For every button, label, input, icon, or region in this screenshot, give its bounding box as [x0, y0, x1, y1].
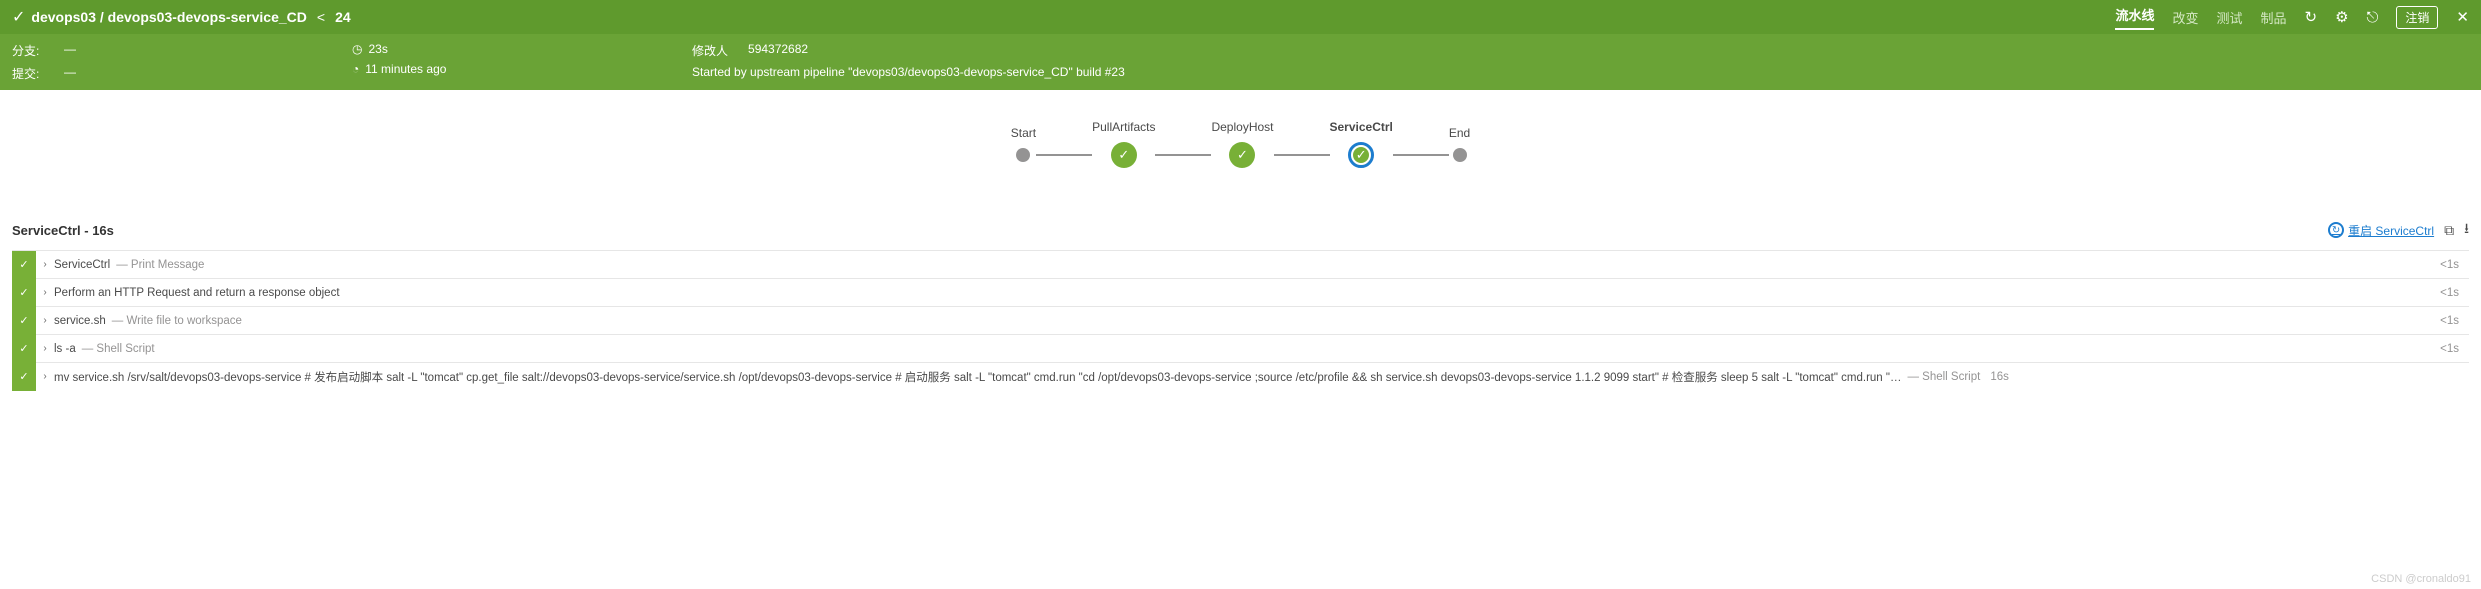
check-icon: ✓: [12, 335, 36, 363]
check-icon: ✓: [1229, 142, 1255, 168]
logout-icon[interactable]: ⎋: [2367, 9, 2379, 26]
breadcrumb[interactable]: devops03 / devops03-devops-service_CD: [31, 9, 306, 25]
check-icon: ✓: [1111, 142, 1137, 168]
stage-service-ctrl[interactable]: ServiceCtrl ✓: [1330, 120, 1393, 168]
tab-pipeline[interactable]: 流水线: [2115, 5, 2154, 30]
watermark: CSDN @cronaldo91: [2371, 573, 2471, 585]
chevron-right-icon[interactable]: ›: [36, 315, 54, 326]
connector: [1155, 154, 1211, 156]
steps-title: ServiceCtrl - 16s: [12, 223, 114, 238]
rerun-icon[interactable]: ↻: [2305, 8, 2318, 26]
prev-run-arrow[interactable]: <: [317, 9, 325, 25]
step-row[interactable]: ✓ › Perform an HTTP Request and return a…: [12, 278, 2469, 306]
stage-pull-artifacts[interactable]: PullArtifacts ✓: [1092, 120, 1155, 168]
status-check-icon: ✓: [12, 7, 25, 27]
check-icon: ✓: [12, 279, 36, 307]
pipeline-timeline: Start PullArtifacts ✓ DeployHost ✓ Servi…: [0, 90, 2481, 218]
open-external-icon[interactable]: ⧉: [2444, 222, 2454, 239]
duration-value: 23s: [368, 42, 387, 56]
run-number: 24: [335, 9, 351, 25]
chevron-right-icon[interactable]: ›: [36, 287, 54, 298]
stage-dot-icon: [1453, 148, 1467, 162]
connector: [1393, 154, 1449, 156]
stage-start[interactable]: Start: [1011, 126, 1036, 162]
time-icon: ◔: [352, 62, 359, 76]
tab-changes[interactable]: 改变: [2172, 8, 2198, 27]
check-icon: ✓: [12, 363, 36, 391]
tab-tests[interactable]: 测试: [2216, 8, 2242, 27]
commit-value: —: [64, 65, 76, 82]
step-row[interactable]: ✓ › ls -a — Shell Script <1s: [12, 334, 2469, 362]
step-row[interactable]: ✓ › service.sh — Write file to workspace…: [12, 306, 2469, 334]
age-value: 11 minutes ago: [365, 62, 446, 76]
close-icon[interactable]: ✕: [2456, 8, 2469, 26]
connector: [1274, 154, 1330, 156]
stage-end[interactable]: End: [1449, 126, 1470, 162]
stage-dot-icon: [1016, 148, 1030, 162]
check-icon: ✓: [1348, 142, 1374, 168]
chevron-right-icon[interactable]: ›: [36, 371, 54, 382]
connector: [1036, 154, 1092, 156]
chevron-right-icon[interactable]: ›: [36, 259, 54, 270]
started-by: Started by upstream pipeline "devops03/d…: [692, 65, 1125, 79]
modifier-value: 594372682: [748, 42, 808, 59]
modifier-label: 修改人: [692, 42, 728, 59]
clock-icon: ◷: [352, 42, 362, 56]
check-icon: ✓: [12, 251, 36, 279]
check-icon: ✓: [12, 307, 36, 335]
commit-label: 提交:: [12, 65, 44, 82]
restart-icon: ↻: [2328, 222, 2344, 238]
gear-icon[interactable]: ⚙: [2335, 8, 2348, 26]
branch-value: —: [64, 42, 76, 59]
chevron-right-icon[interactable]: ›: [36, 343, 54, 354]
branch-label: 分支:: [12, 42, 44, 59]
download-icon[interactable]: ⭳: [2464, 218, 2469, 242]
step-row[interactable]: ✓ › ServiceCtrl — Print Message <1s: [12, 250, 2469, 278]
restart-stage-link[interactable]: ↻ 重启 ServiceCtrl: [2328, 222, 2434, 239]
register-button[interactable]: 注销: [2396, 6, 2438, 29]
step-row[interactable]: ✓ › mv service.sh /srv/salt/devops03-dev…: [12, 362, 2469, 390]
tab-artifacts[interactable]: 制品: [2260, 8, 2286, 27]
stage-deploy-host[interactable]: DeployHost ✓: [1211, 120, 1273, 168]
